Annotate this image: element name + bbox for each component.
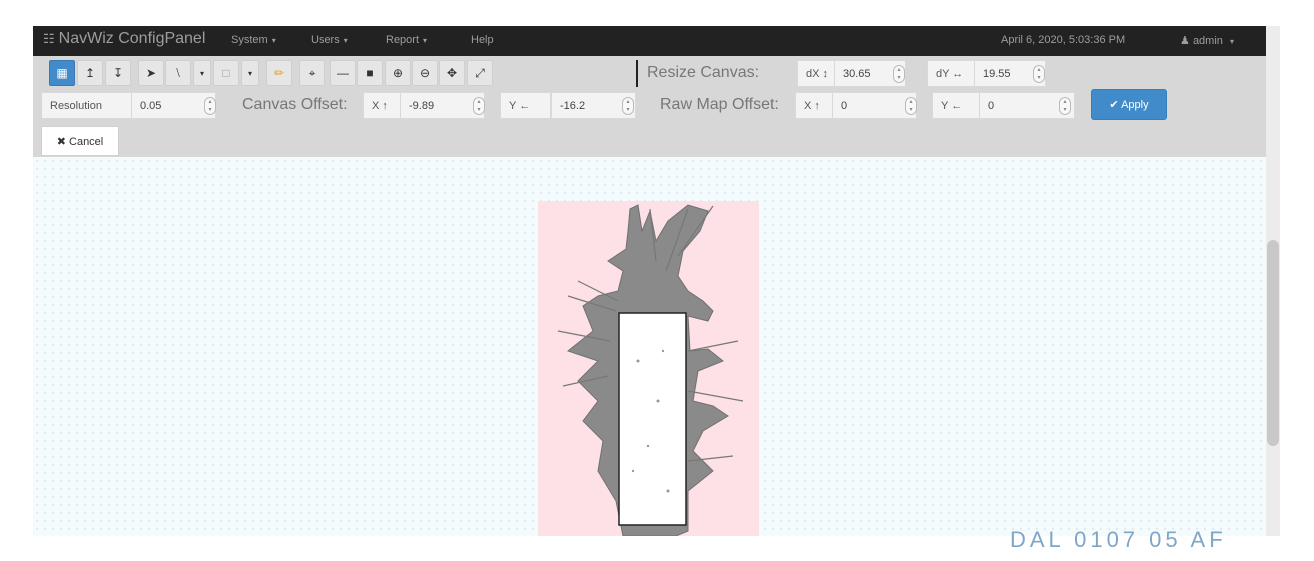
zoom-out-button[interactable]: ⊖	[412, 60, 438, 86]
line-tool-button[interactable]: ⧵	[165, 60, 191, 86]
canvas-offset-label: Canvas Offset:	[242, 96, 348, 113]
raw-map-offset-label: Raw Map Offset:	[660, 96, 779, 113]
canvas-x-label: X ↑	[363, 92, 401, 119]
download-button[interactable]: ↧	[105, 60, 131, 86]
crop-tool-button[interactable]: ⌖	[299, 60, 325, 86]
pointer-icon: ➤	[145, 66, 157, 80]
upload-icon: ↥	[84, 66, 96, 80]
menu-users[interactable]: Users ▾	[311, 34, 348, 46]
save-button[interactable]: ▦	[49, 60, 75, 86]
zoom-in-button[interactable]: ⊕	[385, 60, 411, 86]
user-name: admin	[1192, 35, 1223, 47]
crop-icon: ⌖	[308, 65, 316, 80]
watermark: DAL 0107 05 AF	[1010, 527, 1227, 552]
brand[interactable]: ☷ NavWiz ConfigPanel	[43, 30, 205, 48]
navbar: ☷ NavWiz ConfigPanel System ▾ Users ▾ Repor…	[33, 26, 1266, 56]
map-canvas[interactable]	[33, 157, 1266, 536]
toolbar-divider	[636, 60, 638, 87]
dx-label: dX ↕	[797, 60, 835, 87]
chevron-down-icon: ▾	[271, 36, 276, 45]
dy-stepper[interactable]: ▴ ▾	[1033, 65, 1045, 83]
menu-system-label: System	[231, 34, 268, 46]
resolution-stepper[interactable]: ▴ ▾	[204, 97, 216, 115]
pan-button[interactable]: ✥	[439, 60, 465, 86]
move-icon: ✥	[446, 66, 458, 80]
save-icon: ▦	[56, 66, 68, 80]
scrollbar-thumb[interactable]	[1267, 240, 1279, 446]
caret-down-icon: ▾	[247, 68, 252, 78]
pencil-icon: ✏	[273, 66, 285, 80]
sliders-icon: ☷	[43, 31, 55, 46]
resize-canvas-label: Resize Canvas:	[647, 64, 760, 81]
menu-system[interactable]: System ▾	[231, 34, 276, 46]
map-image	[538, 201, 759, 536]
fit-button[interactable]: ⤢	[467, 60, 493, 86]
dx-stepper[interactable]: ▴ ▾	[893, 65, 905, 83]
caret-down-icon: ▾	[199, 68, 204, 78]
zoom-in-icon: ⊕	[392, 66, 404, 80]
menu-report-label: Report	[386, 34, 420, 46]
canvas-y-label: Y ←	[500, 92, 551, 119]
user-icon: ♟	[1180, 35, 1190, 47]
raw-y-stepper[interactable]: ▴ ▾	[1059, 97, 1071, 115]
raw-x-stepper[interactable]: ▴ ▾	[905, 97, 917, 115]
resize-icon: ⤢	[475, 65, 485, 80]
minus-icon: —	[337, 66, 349, 80]
menu-report[interactable]: Report ▾	[386, 34, 427, 46]
raw-x-label: X ↑	[795, 92, 833, 119]
line-width-button[interactable]: —	[330, 60, 356, 86]
canvas-x-stepper[interactable]: ▴ ▾	[473, 97, 485, 115]
rectangle-icon: □	[222, 66, 230, 80]
pencil-tool-button[interactable]: ✏	[266, 60, 292, 86]
dy-label: dY ↔	[927, 60, 975, 87]
rectangle-dropdown-button[interactable]: ▾	[241, 60, 259, 86]
brand-label: NavWiz ConfigPanel	[58, 30, 206, 47]
app-window: ☷ NavWiz ConfigPanel System ▾ Users ▾ Repor…	[33, 26, 1266, 536]
rectangle-tool-button[interactable]: □	[213, 60, 239, 86]
chevron-down-icon: ▾	[343, 36, 348, 45]
user-menu[interactable]: ♟ admin ▾	[1180, 34, 1234, 47]
fill-button[interactable]: ■	[357, 60, 383, 86]
chevron-down-icon: ▾	[423, 36, 428, 45]
menu-users-label: Users	[311, 34, 340, 46]
pointer-button[interactable]: ➤	[138, 60, 164, 86]
download-icon: ↧	[112, 66, 124, 80]
apply-button[interactable]: ✔ Apply	[1091, 89, 1167, 120]
resolution-label: Resolution	[41, 92, 132, 119]
toolbar: ▦ ↥ ↧ ➤ ⧵ ▾ □ ▾ ✏ ⌖ — ■ ⊕ ⊖ ✥ ⤢ Resize C…	[33, 56, 1266, 157]
datetime: April 6, 2020, 5:03:36 PM	[1001, 34, 1126, 46]
zoom-out-icon: ⊖	[419, 66, 431, 80]
cancel-button[interactable]: ✖ Cancel	[41, 126, 119, 156]
chevron-down-icon: ▾	[1229, 37, 1234, 46]
line-dropdown-button[interactable]: ▾	[193, 60, 211, 86]
raw-y-label: Y ←	[932, 92, 980, 119]
upload-button[interactable]: ↥	[77, 60, 103, 86]
menu-help-label: Help	[471, 34, 494, 46]
menu-help[interactable]: Help	[471, 34, 494, 46]
canvas-y-stepper[interactable]: ▴ ▾	[622, 97, 634, 115]
line-icon: ⧵	[176, 65, 180, 80]
fill-icon: ■	[366, 66, 374, 80]
